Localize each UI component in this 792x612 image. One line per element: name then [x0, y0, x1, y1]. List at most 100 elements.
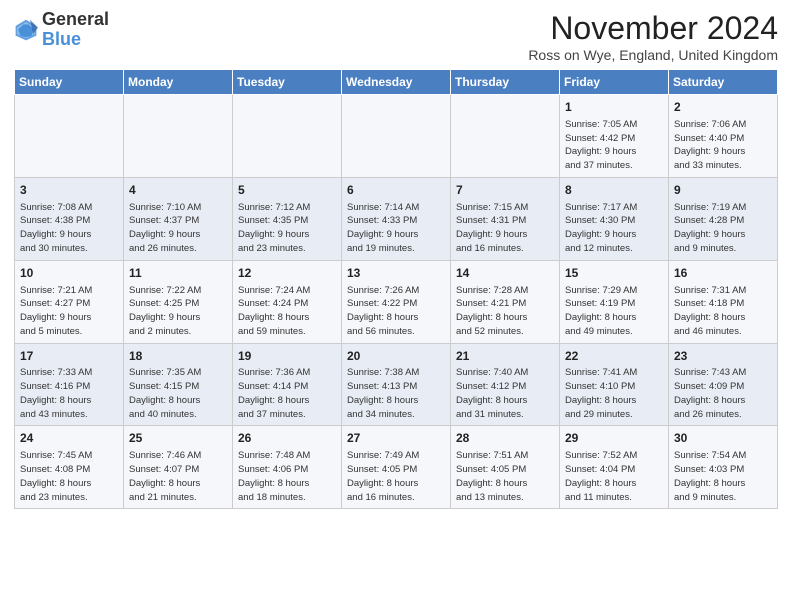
day-cell: 22Sunrise: 7:41 AMSunset: 4:10 PMDayligh… [560, 343, 669, 426]
day-number: 26 [238, 430, 336, 447]
day-cell: 8 Sunrise: 7:17 AMSunset: 4:30 PMDaylight… [560, 177, 669, 260]
day-number: 21 [456, 348, 554, 365]
day-cell: 24Sunrise: 7:45 AMSunset: 4:08 PMDayligh… [15, 426, 124, 509]
day-info: Sunrise: 7:45 AMSunset: 4:08 PMDaylight:… [20, 449, 118, 504]
day-cell: 7 Sunrise: 7:15 AMSunset: 4:31 PMDaylight… [451, 177, 560, 260]
day-cell: 25 Sunrise: 7:46 AMSunset: 4:07 PMDayligh… [124, 426, 233, 509]
day-number: 19 [238, 348, 336, 365]
day-number: 13 [347, 265, 445, 282]
day-number: 11 [129, 265, 227, 282]
day-number: 30 [674, 430, 772, 447]
day-number: 18 [129, 348, 227, 365]
day-info: Sunrise: 7:21 AMSunset: 4:27 PMDaylight:… [20, 284, 118, 339]
day-cell: 17Sunrise: 7:33 AMSunset: 4:16 PMDayligh… [15, 343, 124, 426]
day-cell: 1Sunrise: 7:05 AMSunset: 4:42 PMDaylight… [560, 95, 669, 178]
header-cell-saturday: Saturday [669, 70, 778, 95]
day-cell: 20Sunrise: 7:38 AMSunset: 4:13 PMDayligh… [342, 343, 451, 426]
day-number: 29 [565, 430, 663, 447]
day-number: 28 [456, 430, 554, 447]
day-number: 10 [20, 265, 118, 282]
header-cell-thursday: Thursday [451, 70, 560, 95]
week-row-2: 3Sunrise: 7:08 AMSunset: 4:38 PMDaylight… [15, 177, 778, 260]
day-info: Sunrise: 7:12 AMSunset: 4:35 PMDaylight:… [238, 201, 336, 256]
header-cell-friday: Friday [560, 70, 669, 95]
day-info: Sunrise: 7:49 AMSunset: 4:05 PMDaylight:… [347, 449, 445, 504]
title-block: November 2024 Ross on Wye, England, Unit… [528, 10, 778, 63]
day-number: 12 [238, 265, 336, 282]
day-cell [15, 95, 124, 178]
day-cell: 30 Sunrise: 7:54 AMSunset: 4:03 PMDayligh… [669, 426, 778, 509]
day-cell [233, 95, 342, 178]
calendar-header: SundayMondayTuesdayWednesdayThursdayFrid… [15, 70, 778, 95]
day-info: Sunrise: 7:08 AMSunset: 4:38 PMDaylight:… [20, 201, 118, 256]
day-cell: 18Sunrise: 7:35 AMSunset: 4:15 PMDayligh… [124, 343, 233, 426]
day-cell: 16Sunrise: 7:31 AMSunset: 4:18 PMDayligh… [669, 260, 778, 343]
day-cell: 12 Sunrise: 7:24 AMSunset: 4:24 PMDayligh… [233, 260, 342, 343]
day-info: Sunrise: 7:48 AMSunset: 4:06 PMDaylight:… [238, 449, 336, 504]
day-info: Sunrise: 7:24 AMSunset: 4:24 PMDaylight:… [238, 284, 336, 339]
day-number: 27 [347, 430, 445, 447]
day-cell: 28 Sunrise: 7:51 AMSunset: 4:05 PMDayligh… [451, 426, 560, 509]
day-info: Sunrise: 7:46 AMSunset: 4:07 PMDaylight:… [129, 449, 227, 504]
day-info: Sunrise: 7:35 AMSunset: 4:15 PMDaylight:… [129, 366, 227, 421]
day-info: Sunrise: 7:41 AMSunset: 4:10 PMDaylight:… [565, 366, 663, 421]
day-info: Sunrise: 7:10 AMSunset: 4:37 PMDaylight:… [129, 201, 227, 256]
week-row-4: 17Sunrise: 7:33 AMSunset: 4:16 PMDayligh… [15, 343, 778, 426]
calendar-table: SundayMondayTuesdayWednesdayThursdayFrid… [14, 69, 778, 509]
day-cell: 23Sunrise: 7:43 AMSunset: 4:09 PMDayligh… [669, 343, 778, 426]
day-info: Sunrise: 7:26 AMSunset: 4:22 PMDaylight:… [347, 284, 445, 339]
day-number: 4 [129, 182, 227, 199]
day-cell: 13 Sunrise: 7:26 AMSunset: 4:22 PMDayligh… [342, 260, 451, 343]
day-number: 5 [238, 182, 336, 199]
day-info: Sunrise: 7:33 AMSunset: 4:16 PMDaylight:… [20, 366, 118, 421]
logo-icon [14, 18, 38, 42]
day-info: Sunrise: 7:54 AMSunset: 4:03 PMDaylight:… [674, 449, 772, 504]
day-number: 2 [674, 99, 772, 116]
header-row: SundayMondayTuesdayWednesdayThursdayFrid… [15, 70, 778, 95]
day-cell: 4 Sunrise: 7:10 AMSunset: 4:37 PMDaylight… [124, 177, 233, 260]
day-info: Sunrise: 7:40 AMSunset: 4:12 PMDaylight:… [456, 366, 554, 421]
day-info: Sunrise: 7:28 AMSunset: 4:21 PMDaylight:… [456, 284, 554, 339]
day-number: 25 [129, 430, 227, 447]
day-cell: 27 Sunrise: 7:49 AMSunset: 4:05 PMDayligh… [342, 426, 451, 509]
day-number: 20 [347, 348, 445, 365]
logo-text: General Blue [42, 10, 109, 50]
day-cell: 26 Sunrise: 7:48 AMSunset: 4:06 PMDayligh… [233, 426, 342, 509]
day-cell [451, 95, 560, 178]
day-cell: 9Sunrise: 7:19 AMSunset: 4:28 PMDaylight… [669, 177, 778, 260]
day-info: Sunrise: 7:19 AMSunset: 4:28 PMDaylight:… [674, 201, 772, 256]
day-info: Sunrise: 7:38 AMSunset: 4:13 PMDaylight:… [347, 366, 445, 421]
header-cell-monday: Monday [124, 70, 233, 95]
day-info: Sunrise: 7:51 AMSunset: 4:05 PMDaylight:… [456, 449, 554, 504]
day-info: Sunrise: 7:43 AMSunset: 4:09 PMDaylight:… [674, 366, 772, 421]
day-number: 16 [674, 265, 772, 282]
header: General Blue November 2024 Ross on Wye, … [14, 10, 778, 63]
header-cell-sunday: Sunday [15, 70, 124, 95]
day-info: Sunrise: 7:22 AMSunset: 4:25 PMDaylight:… [129, 284, 227, 339]
day-info: Sunrise: 7:29 AMSunset: 4:19 PMDaylight:… [565, 284, 663, 339]
logo: General Blue [14, 10, 109, 50]
day-number: 22 [565, 348, 663, 365]
day-number: 8 [565, 182, 663, 199]
day-info: Sunrise: 7:14 AMSunset: 4:33 PMDaylight:… [347, 201, 445, 256]
day-number: 15 [565, 265, 663, 282]
week-row-1: 1Sunrise: 7:05 AMSunset: 4:42 PMDaylight… [15, 95, 778, 178]
day-cell: 3Sunrise: 7:08 AMSunset: 4:38 PMDaylight… [15, 177, 124, 260]
day-info: Sunrise: 7:15 AMSunset: 4:31 PMDaylight:… [456, 201, 554, 256]
day-cell [342, 95, 451, 178]
day-cell: 10 Sunrise: 7:21 AMSunset: 4:27 PMDayligh… [15, 260, 124, 343]
day-info: Sunrise: 7:06 AMSunset: 4:40 PMDaylight:… [674, 118, 772, 173]
day-number: 17 [20, 348, 118, 365]
day-cell [124, 95, 233, 178]
day-cell: 21Sunrise: 7:40 AMSunset: 4:12 PMDayligh… [451, 343, 560, 426]
calendar-body: 1Sunrise: 7:05 AMSunset: 4:42 PMDaylight… [15, 95, 778, 509]
day-cell: 11 Sunrise: 7:22 AMSunset: 4:25 PMDayligh… [124, 260, 233, 343]
day-number: 7 [456, 182, 554, 199]
day-info: Sunrise: 7:36 AMSunset: 4:14 PMDaylight:… [238, 366, 336, 421]
day-cell: 6Sunrise: 7:14 AMSunset: 4:33 PMDaylight… [342, 177, 451, 260]
day-info: Sunrise: 7:05 AMSunset: 4:42 PMDaylight:… [565, 118, 663, 173]
header-cell-wednesday: Wednesday [342, 70, 451, 95]
week-row-3: 10 Sunrise: 7:21 AMSunset: 4:27 PMDayligh… [15, 260, 778, 343]
day-number: 14 [456, 265, 554, 282]
day-info: Sunrise: 7:17 AMSunset: 4:30 PMDaylight:… [565, 201, 663, 256]
